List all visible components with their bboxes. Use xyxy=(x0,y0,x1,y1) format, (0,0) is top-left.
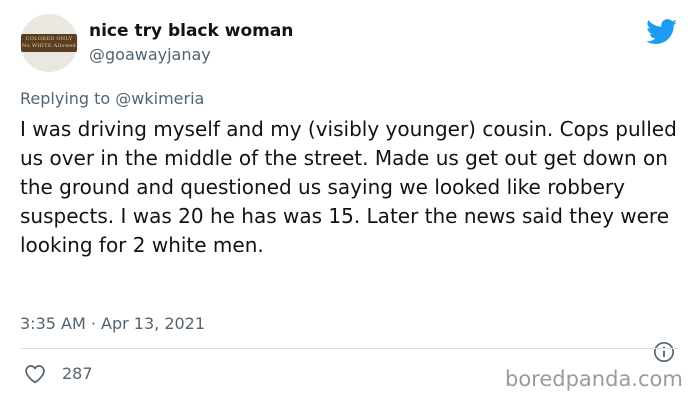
tweet-timestamp[interactable]: 3:35 AM · Apr 13, 2021 xyxy=(20,314,205,333)
reply-prefix: Replying to xyxy=(20,89,116,108)
info-icon[interactable] xyxy=(653,341,675,363)
avatar[interactable]: COLORED ONLY No WHITE Allowed xyxy=(20,14,78,72)
tweet-text: I was driving myself and my (visibly you… xyxy=(20,117,677,257)
author-display-name[interactable]: nice try black woman xyxy=(89,21,293,41)
twitter-bird-icon[interactable] xyxy=(646,19,678,45)
watermark: boredpanda.com xyxy=(505,367,683,391)
author-handle[interactable]: @goawayjanay xyxy=(89,45,211,64)
like-count: 287 xyxy=(62,364,93,383)
divider xyxy=(20,348,678,349)
heart-icon[interactable] xyxy=(24,364,46,384)
avatar-sign-image: COLORED ONLY No WHITE Allowed xyxy=(21,34,77,52)
reply-context: Replying to @wkimeria xyxy=(20,89,204,108)
reply-mention-link[interactable]: @wkimeria xyxy=(115,89,204,108)
